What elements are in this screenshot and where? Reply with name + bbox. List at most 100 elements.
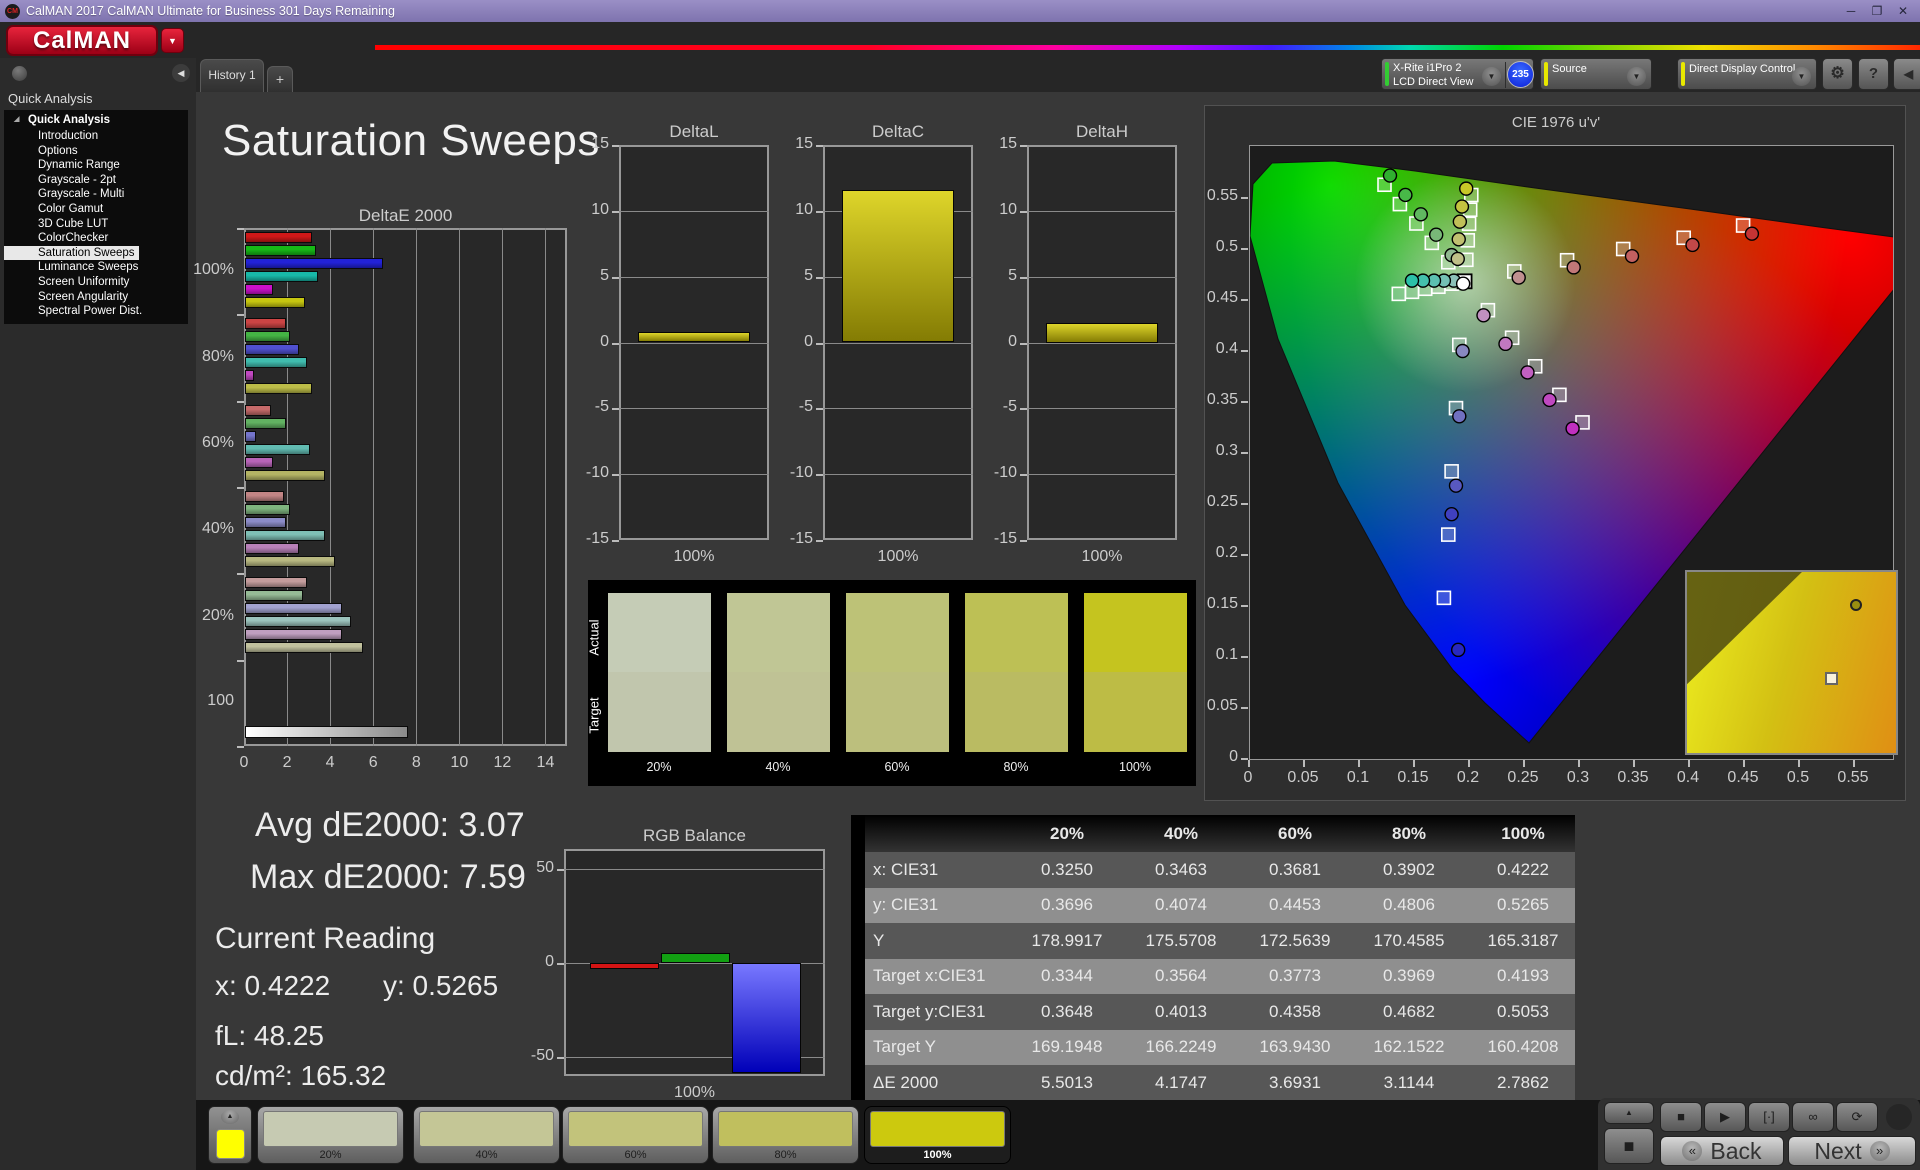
help-button[interactable]: ? [1858, 58, 1889, 90]
level-button-40%[interactable]: 40% [413, 1106, 560, 1164]
source-dropdown[interactable]: Source ▼ [1540, 58, 1652, 90]
pattern-mini-button[interactable]: ▲ [208, 1106, 252, 1164]
sidebar-item-grayscale-multi[interactable]: Grayscale - Multi [4, 187, 188, 202]
table-gutter [851, 958, 865, 994]
sidebar-item-dynamic-range[interactable]: Dynamic Range [4, 158, 188, 173]
cell-value: 5.5013 [1041, 1072, 1093, 1092]
transport-panel: ▲ ■ ■ ▶ [·] ∞ ⟳ « Back Next » [1598, 1098, 1920, 1170]
x-tick-label: 0 [239, 754, 249, 771]
back-button[interactable]: « Back [1660, 1136, 1784, 1166]
y-tickmark [816, 342, 823, 345]
logo-menu-arrow-icon[interactable]: ▼ [161, 28, 184, 53]
sidebar-item-3d-cube-lut[interactable]: 3D Cube LUT [4, 217, 188, 232]
measured-point-yellow [1459, 181, 1474, 196]
table-row[interactable]: Target x:CIE31 0.3344 0.3564 0.3773 0.3969 0.… [851, 958, 1575, 994]
y-tickmark [1020, 145, 1027, 147]
sidebar-item-saturation-sweeps[interactable]: Saturation Sweeps [4, 245, 139, 261]
single-measure-button[interactable]: [·] [1748, 1102, 1790, 1132]
sidebar-item-luminance-sweeps[interactable]: Luminance Sweeps [4, 260, 188, 275]
rgb-balance-chart-title: RGB Balance [643, 826, 746, 845]
display-control-dropdown[interactable]: Direct Display Control ▼ [1677, 58, 1817, 90]
rgb-bar-green [661, 953, 730, 963]
transport-up-button[interactable]: ▲ [1604, 1102, 1654, 1124]
x-category-label: 100% [673, 548, 715, 565]
play-button[interactable]: ▶ [1704, 1102, 1746, 1132]
level-button-100%[interactable]: 100% [864, 1106, 1011, 1164]
collapse-panel-button[interactable]: ◀ [1893, 58, 1920, 90]
deltae-bar-cyan-20% [245, 616, 351, 628]
transport-stop-large-button[interactable]: ■ [1604, 1128, 1654, 1164]
gridline [564, 1057, 825, 1058]
add-tab-button[interactable]: + [267, 66, 293, 92]
row-label: y: CIE31 [873, 895, 939, 915]
tab-history-1[interactable]: History 1 [200, 59, 264, 92]
gridline [502, 228, 504, 746]
app-icon: CM [5, 3, 20, 19]
sidebar-item-spectral-power-dist-[interactable]: Spectral Power Dist. [4, 304, 188, 319]
chevron-down-icon[interactable]: ▼ [1627, 67, 1646, 86]
deltae-bar-cyan-60% [245, 443, 310, 455]
table-row[interactable]: Target Y 169.1948 166.2249 163.9430 162.1522… [851, 1029, 1575, 1065]
deltae-bar-yellow-100% [245, 297, 305, 308]
inset-measured-circle [1850, 599, 1863, 612]
measured-point-magenta [1542, 392, 1557, 408]
close-button[interactable]: ✕ [1890, 0, 1916, 22]
level-button-20%[interactable]: 20% [257, 1106, 404, 1164]
deltae-bar-red-20% [245, 577, 308, 589]
sidebar-collapse-button[interactable]: ◀ [172, 64, 190, 82]
y-tickmark [1241, 554, 1248, 556]
refresh-button[interactable]: ⟳ [1836, 1102, 1878, 1132]
sidebar-item-grayscale-2pt[interactable]: Grayscale - 2pt [4, 173, 188, 188]
chevron-down-icon[interactable]: ▼ [1792, 67, 1811, 86]
pattern-color-swatch [216, 1129, 245, 1159]
cie-chart-title: CIE 1976 u'v' [1511, 114, 1601, 131]
table-row[interactable]: Y 178.9917 175.5708 172.5639 170.4585 165.318… [851, 923, 1575, 959]
continuous-button[interactable]: ∞ [1792, 1102, 1834, 1132]
cell-value: 2.7862 [1497, 1072, 1549, 1092]
sidebar-item-colorchecker[interactable]: ColorChecker [4, 231, 188, 246]
x-tick-label: 0.4 [1676, 769, 1700, 786]
sidebar-item-options[interactable]: Options [4, 144, 188, 159]
maximize-button[interactable]: ❐ [1864, 0, 1890, 22]
sidebar-item-color-gamut[interactable]: Color Gamut [4, 202, 188, 217]
level-button-80%[interactable]: 80% [712, 1106, 859, 1164]
sidebar-dot-button[interactable] [12, 66, 27, 81]
level-button-60%[interactable]: 60% [562, 1106, 709, 1164]
sidebar-item-screen-angularity[interactable]: Screen Angularity [4, 290, 188, 305]
cell-value: 0.4453 [1269, 895, 1321, 915]
y-tick-label: 10 [795, 200, 813, 218]
table-row[interactable]: y: CIE31 0.3696 0.4074 0.4453 0.4806 0.5265 [851, 887, 1575, 923]
y-tick-label: 0.15 [1206, 595, 1238, 612]
y-tickmark [557, 963, 564, 965]
deltal-chart-title: DeltaL [669, 122, 719, 141]
minimize-button[interactable]: ─ [1838, 0, 1864, 22]
table-row[interactable]: ΔE 2000 5.5013 4.1747 3.6931 3.1144 2.7862 [851, 1065, 1575, 1101]
table-row[interactable]: x: CIE31 0.3250 0.3463 0.3681 0.3902 0.4222 [851, 852, 1575, 888]
next-button[interactable]: Next » [1788, 1136, 1916, 1166]
cell-value: 0.3773 [1269, 966, 1321, 986]
sidebar-item-screen-uniformity[interactable]: Screen Uniformity [4, 275, 188, 290]
y-tick-label: -10 [789, 464, 813, 482]
x-tick-label: 0.3 [1566, 769, 1590, 786]
chevron-down-icon[interactable]: ▼ [1482, 67, 1501, 86]
measured-point-magenta [1498, 336, 1513, 352]
sidebar-item-introduction[interactable]: Introduction [4, 129, 188, 144]
calman-logo[interactable]: CalMAN [6, 25, 158, 56]
x-tick-label: 12 [493, 754, 512, 771]
settings-button[interactable]: ⚙ [1822, 58, 1853, 90]
target-row-label: Target [586, 697, 602, 734]
x-tickmark [1358, 760, 1360, 767]
level-label: 60% [624, 1149, 647, 1161]
y-group-label: 100 [207, 691, 234, 709]
meter-count-badge[interactable]: 235 [1507, 61, 1534, 88]
cell-value: 0.3564 [1155, 966, 1207, 986]
x-tick-label: 6 [368, 754, 378, 771]
meter-dropdown[interactable]: X-Rite i1Pro 2 LCD Direct View ▼ 235 [1381, 58, 1534, 90]
table-row[interactable]: Target y:CIE31 0.3648 0.4013 0.4358 0.4682 0.… [851, 994, 1575, 1030]
cell-value: 175.5708 [1145, 930, 1217, 950]
cell-value: 4.1747 [1155, 1072, 1207, 1092]
y-tickmark [1020, 342, 1027, 345]
row-label: ΔE 2000 [873, 1072, 939, 1092]
stop-button[interactable]: ■ [1660, 1102, 1702, 1132]
tree-root-quick-analysis[interactable]: Quick Analysis [4, 114, 188, 129]
